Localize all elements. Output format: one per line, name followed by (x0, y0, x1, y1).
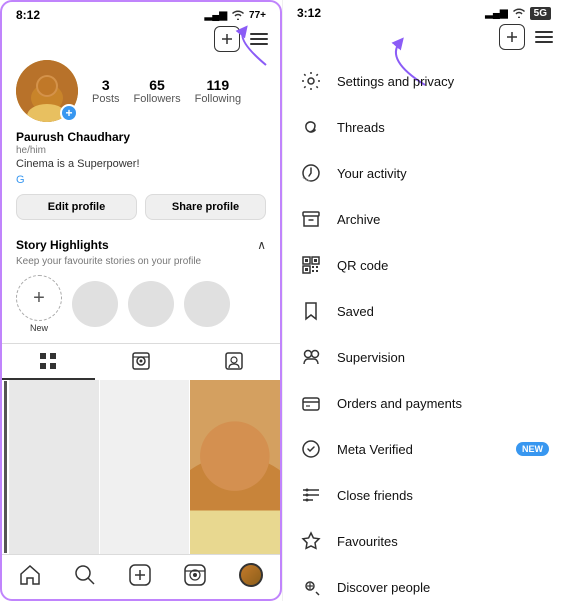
right-status-icons: ▂▄▆ 5G (485, 7, 551, 20)
menu-item-friends[interactable]: Close friends (283, 472, 565, 518)
content-tabs (2, 343, 280, 380)
posts-stat: 3 Posts (92, 77, 120, 105)
right-wifi-icon (512, 8, 526, 18)
meta-icon (299, 437, 323, 461)
highlights-title: Story Highlights (16, 238, 109, 252)
highlight-item-3[interactable] (184, 281, 230, 327)
meta-label: Meta Verified (337, 442, 413, 457)
nav-search[interactable] (74, 564, 96, 586)
menu-item-orders[interactable]: Orders and payments (283, 380, 565, 426)
menu-item-discover[interactable]: Discover people (283, 564, 565, 601)
left-status-bar: 8:12 ▂▄▆ 77+ (2, 2, 280, 24)
sidebar-indicator (4, 381, 7, 553)
left-panel: 8:12 ▂▄▆ 77+ (0, 0, 282, 601)
share-profile-button[interactable]: Share profile (145, 194, 266, 220)
star-icon (299, 529, 323, 553)
archive-icon (299, 207, 323, 231)
wifi-icon (231, 10, 245, 20)
activity-label: Your activity (337, 166, 407, 181)
nav-home[interactable] (19, 564, 41, 586)
discover-label: Discover people (337, 580, 430, 595)
highlights-collapse-icon[interactable]: ∧ (257, 238, 266, 252)
card-icon (299, 391, 323, 415)
battery-icon: 77+ (249, 10, 266, 21)
meta-badge: NEW (516, 442, 549, 456)
menu-item-supervision[interactable]: Supervision (283, 334, 565, 380)
right-hamburger-menu[interactable] (535, 31, 553, 43)
menu-item-saved[interactable]: Saved (283, 288, 565, 334)
saved-label: Saved (337, 304, 374, 319)
grid-cell-2[interactable] (100, 380, 190, 554)
left-top-bar (2, 24, 280, 56)
supervision-icon (299, 345, 323, 369)
right-top-bar (283, 22, 565, 54)
nav-add[interactable] (129, 564, 151, 586)
threads-label: Threads (337, 120, 385, 135)
right-signal-icon: ▂▄▆ (485, 8, 507, 19)
tab-reels[interactable] (95, 344, 188, 380)
menu-item-favourites[interactable]: Favourites (283, 518, 565, 564)
profile-section: + 3 Posts 65 Followers 119 Following Pau… (2, 56, 280, 238)
highlights-subtitle: Keep your favourite stories on your prof… (16, 256, 266, 267)
highlight-item-1[interactable] (72, 281, 118, 327)
menu-item-qr[interactable]: QR code (283, 242, 565, 288)
bookmark-icon (299, 299, 323, 323)
nav-profile[interactable] (239, 563, 263, 587)
friends-label: Close friends (337, 488, 413, 503)
profile-stats: 3 Posts 65 Followers 119 Following (92, 77, 266, 105)
add-story-button[interactable]: + (60, 104, 78, 122)
grid-cell-1[interactable] (9, 380, 99, 554)
menu-list: Settings and privacy Threads Your activi… (283, 54, 565, 601)
followers-stat: 65 Followers (134, 77, 181, 105)
left-time: 8:12 (16, 8, 40, 22)
favourites-label: Favourites (337, 534, 398, 549)
right-panel: 3:12 ▂▄▆ 5G (282, 0, 565, 601)
right-time: 3:12 (297, 6, 321, 20)
left-status-icons: ▂▄▆ 77+ (205, 10, 266, 21)
tab-tagged[interactable] (187, 344, 280, 380)
menu-item-archive[interactable]: Archive (283, 196, 565, 242)
profile-action-buttons: Edit profile Share profile (16, 194, 266, 220)
right-add-content-button[interactable] (499, 24, 525, 50)
menu-item-activity[interactable]: Your activity (283, 150, 565, 196)
settings-label: Settings and privacy (337, 74, 454, 89)
grid-cell-3[interactable] (190, 380, 280, 554)
new-highlight-button[interactable]: + New (16, 275, 62, 333)
nav-reels[interactable] (184, 564, 206, 586)
supervision-label: Supervision (337, 350, 405, 365)
activity-icon (299, 161, 323, 185)
bottom-nav (2, 554, 280, 599)
edit-profile-button[interactable]: Edit profile (16, 194, 137, 220)
orders-label: Orders and payments (337, 396, 462, 411)
profile-bio: Cinema is a Superpower! (16, 158, 266, 170)
list-icon (299, 483, 323, 507)
highlight-item-2[interactable] (128, 281, 174, 327)
hamburger-menu-button[interactable] (250, 33, 268, 45)
following-stat: 119 Following (195, 77, 241, 105)
profile-pronouns: he/him (16, 145, 266, 156)
posts-grid (9, 380, 280, 554)
content-area (2, 380, 280, 554)
signal-icon: ▂▄▆ (205, 10, 227, 21)
archive-label: Archive (337, 212, 380, 227)
menu-item-threads[interactable]: Threads (283, 104, 565, 150)
add-content-button[interactable] (214, 26, 240, 52)
story-highlights: Story Highlights ∧ Keep your favourite s… (2, 238, 280, 333)
gear-icon (299, 69, 323, 93)
tab-grid[interactable] (2, 344, 95, 380)
profile-link[interactable]: G (16, 174, 266, 186)
right-battery-icon: 5G (530, 7, 551, 20)
profile-name: Paurush Chaudhary (16, 130, 266, 144)
highlights-row: + New (16, 275, 266, 333)
qr-icon (299, 253, 323, 277)
avatar: + (16, 60, 78, 122)
menu-item-settings[interactable]: Settings and privacy (283, 58, 565, 104)
right-status-bar: 3:12 ▂▄▆ 5G (283, 0, 565, 22)
menu-item-meta[interactable]: Meta Verified NEW (283, 426, 565, 472)
qr-label: QR code (337, 258, 388, 273)
discover-icon (299, 575, 323, 599)
threads-icon (299, 115, 323, 139)
